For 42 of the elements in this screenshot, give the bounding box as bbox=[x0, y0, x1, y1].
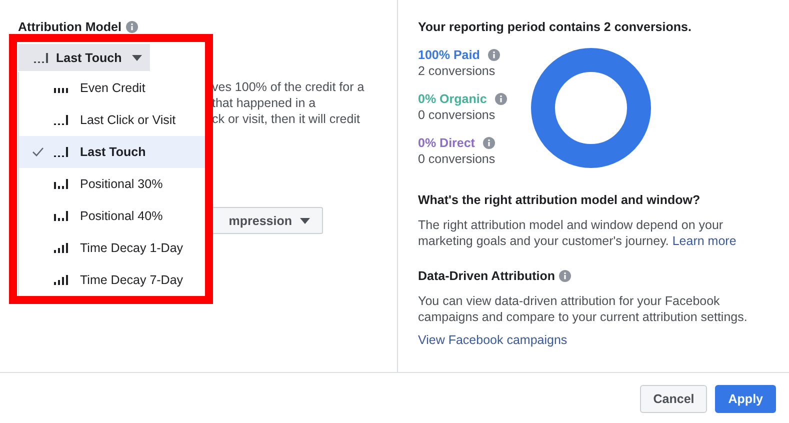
info-icon[interactable] bbox=[559, 270, 572, 282]
field-title: Attribution Model bbox=[18, 20, 122, 34]
model-dropdown[interactable]: Last Touch bbox=[18, 44, 150, 71]
conversion-count: 0 conversions bbox=[418, 151, 496, 167]
info-icon[interactable] bbox=[126, 21, 138, 33]
cancel-button[interactable]: Cancel bbox=[640, 385, 708, 413]
bars-icon bbox=[54, 243, 70, 253]
caret-icon bbox=[132, 54, 142, 60]
conversion-count: 0 conversions bbox=[418, 107, 496, 123]
description-line: that happened in a bbox=[212, 95, 317, 111]
check-icon bbox=[32, 147, 44, 157]
menu-item[interactable]: Positional 30% bbox=[19, 168, 206, 200]
apply-button[interactable]: Apply bbox=[715, 385, 776, 413]
bars-icon bbox=[54, 147, 70, 157]
caret-icon bbox=[300, 218, 310, 224]
section-title: What's the right attribution model and window? bbox=[418, 193, 700, 207]
campaigns-link[interactable]: View Facebook campaigns bbox=[418, 333, 568, 347]
bars-icon bbox=[54, 179, 70, 189]
description-line: ck or visit, then it will credit bbox=[212, 111, 361, 127]
bars-icon bbox=[34, 52, 50, 62]
learn-more-link[interactable]: Learn more bbox=[672, 234, 736, 248]
info-icon[interactable] bbox=[482, 137, 495, 149]
menu-item[interactable]: Positional 40% bbox=[19, 200, 206, 232]
info-icon[interactable] bbox=[488, 49, 500, 61]
bars-icon bbox=[54, 275, 70, 285]
menu-item[interactable]: Time Decay 7-Day bbox=[19, 264, 206, 296]
menu-item[interactable]: Last Click or Visit bbox=[19, 104, 206, 136]
bars-icon bbox=[54, 211, 70, 221]
summary-title: Your reporting period contains 2 conversions. bbox=[418, 20, 692, 34]
conversion-count: 2 conversions bbox=[418, 63, 496, 79]
legend-label: 0% Direct bbox=[418, 135, 475, 151]
legend-label: 100% Paid bbox=[418, 47, 480, 63]
legend-label: 0% Organic bbox=[418, 91, 487, 107]
menu-item[interactable]: Last Touch bbox=[19, 136, 206, 168]
bars-icon bbox=[54, 115, 70, 125]
description-line: ves 100% of the credit for a bbox=[212, 79, 366, 95]
menu-item[interactable]: Even Credit bbox=[19, 72, 206, 104]
info-icon[interactable] bbox=[494, 93, 507, 105]
menu-item[interactable]: Time Decay 1-Day bbox=[19, 232, 206, 264]
help-text: You can view data-driven attribution for your Facebook campaigns and compare to your current attribution settings. bbox=[418, 293, 748, 325]
help-text: The right attribution model and window depend on your marketing goals and your customer's journey. Learn more bbox=[418, 217, 738, 249]
section-title: Data-Driven Attribution bbox=[418, 269, 556, 283]
